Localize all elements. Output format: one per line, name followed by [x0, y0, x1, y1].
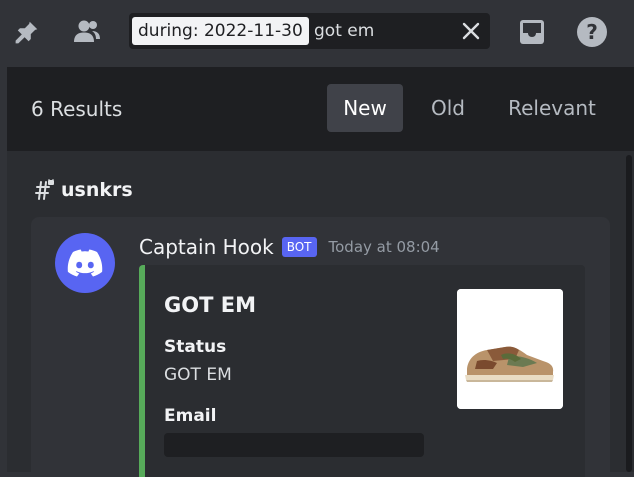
results-header: 6 Results New Old Relevant	[7, 67, 634, 151]
sneaker-image	[457, 289, 563, 409]
text-channel-icon	[35, 179, 54, 200]
search-input[interactable]: got em	[314, 17, 374, 45]
members-icon[interactable]	[71, 16, 103, 48]
tab-old[interactable]: Old	[413, 84, 483, 132]
scrollbar[interactable]	[626, 155, 632, 472]
embed-field-status-name: Status	[164, 337, 227, 357]
discord-logo-icon	[67, 249, 103, 277]
message-header: Captain Hook BOT Today at 08:04	[139, 233, 440, 261]
message-embed: GOT EM Status GOT EM Email	[139, 265, 585, 477]
search-results-panel: 6 Results New Old Relevant usnkrs Captai…	[7, 67, 634, 477]
embed-field-email-name: Email	[164, 406, 217, 426]
help-icon[interactable]: ?	[576, 16, 608, 48]
embed-field-email-redacted	[164, 433, 424, 457]
pin-icon[interactable]	[11, 16, 43, 48]
tab-relevant[interactable]: Relevant	[493, 84, 611, 132]
search-result-message[interactable]: Captain Hook BOT Today at 08:04 GOT EM S…	[31, 217, 610, 477]
embed-thumbnail-sneaker[interactable]	[457, 289, 563, 409]
tab-new[interactable]: New	[327, 84, 403, 132]
channel-heading[interactable]: usnkrs	[33, 176, 133, 204]
embed-title: GOT EM	[164, 293, 256, 317]
avatar[interactable]	[55, 233, 115, 293]
bot-badge: BOT	[281, 237, 317, 257]
toolbar: during: 2022-11-30 got em ?	[0, 0, 634, 67]
embed-field-status-value: GOT EM	[164, 365, 232, 385]
close-icon[interactable]	[460, 20, 482, 42]
svg-text:?: ?	[586, 20, 598, 44]
message-timestamp: Today at 08:04	[328, 238, 440, 256]
inbox-icon[interactable]	[516, 16, 548, 48]
search-bar[interactable]: during: 2022-11-30 got em	[129, 13, 490, 49]
result-count: 6 Results	[31, 97, 123, 121]
search-filter-chip[interactable]: during: 2022-11-30	[132, 17, 309, 45]
channel-name: usnkrs	[61, 179, 133, 201]
author-name[interactable]: Captain Hook	[139, 235, 274, 259]
